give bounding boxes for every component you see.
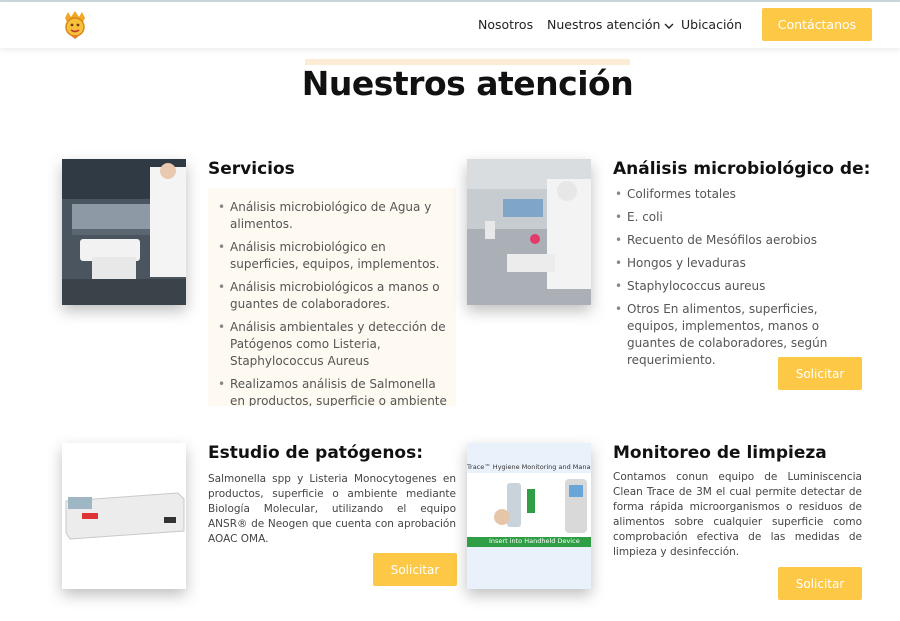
cleaning-title: Monitoreo de limpieza	[613, 443, 827, 463]
cleaning-text: Contamos conun equipo de Luminiscencia C…	[613, 471, 862, 558]
list-item: Análisis ambientales y detección de Pató…	[216, 319, 452, 370]
page-title: Nuestros atención	[301, 64, 634, 103]
clean-trace-image: Trace™ Hygiene Monitoring and Managem In…	[467, 443, 591, 589]
nav-nuestros-atencion-label: Nuestros atención	[547, 17, 661, 32]
services-title: Servicios	[208, 159, 295, 179]
solicitar-button-cleaning[interactable]: Solicitar	[778, 567, 862, 600]
list-item: E. coli	[613, 209, 863, 226]
solicitar-button-pathogens[interactable]: Solicitar	[373, 553, 457, 586]
list-item: Staphylococcus aureus	[613, 278, 863, 295]
nav-ubicacion[interactable]: Ubicación	[681, 17, 742, 32]
list-item: Análisis microbiológico de Agua y alimen…	[216, 199, 452, 233]
lab-pipette-image	[467, 159, 591, 305]
list-item: Recuento de Mesófilos aerobios	[613, 232, 863, 249]
list-item: Coliformes totales	[613, 186, 863, 203]
image-subcaption: Insert into Handheld Device	[489, 537, 580, 545]
microbiology-list: Coliformes totales E. coli Recuento de M…	[613, 186, 863, 375]
image-caption: Trace™ Hygiene Monitoring and Managem	[467, 463, 591, 471]
microbiology-title: Análisis microbiológico de:	[613, 159, 871, 179]
services-box: Análisis microbiológico de Agua y alimen…	[208, 188, 456, 406]
nav-nuestros-atencion[interactable]: Nuestros atención	[547, 17, 674, 33]
list-item: Análisis microbiológico en superficies, …	[216, 239, 452, 273]
chevron-down-icon	[664, 18, 674, 33]
nav-nosotros[interactable]: Nosotros	[478, 17, 533, 32]
list-item: Realizamos análisis de Salmonella en pro…	[216, 376, 452, 406]
solicitar-button-microbiology[interactable]: Solicitar	[778, 357, 862, 390]
site-header: Nosotros Nuestros atención Ubicación Con…	[0, 2, 900, 48]
pathogens-title: Estudio de patógenos:	[208, 443, 424, 463]
ansr-device-image	[62, 443, 186, 589]
list-item: Análisis microbiológicos a manos o guant…	[216, 279, 452, 313]
services-list: Análisis microbiológico de Agua y alimen…	[216, 199, 452, 406]
pathogens-text: Salmonella spp y Listeria Monocytogenes …	[208, 473, 456, 545]
list-item: Hongos y levaduras	[613, 255, 863, 272]
logo[interactable]	[62, 10, 88, 40]
contact-button[interactable]: Contáctanos	[762, 8, 872, 41]
lab-worker-image	[62, 159, 186, 305]
